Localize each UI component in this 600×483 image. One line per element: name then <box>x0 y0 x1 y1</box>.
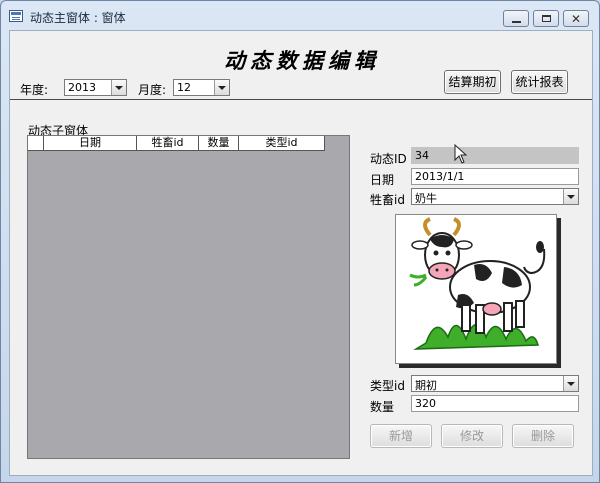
close-button[interactable]: ✕ <box>563 10 589 27</box>
minimize-button[interactable] <box>503 10 529 27</box>
type-id-label: 类型id <box>370 379 405 393</box>
close-icon: ✕ <box>570 11 582 26</box>
livestock-id-combo[interactable]: 奶牛 <box>411 188 579 205</box>
year-combo[interactable]: 2013 <box>64 79 127 96</box>
window-title: 动态主窗体 : 窗体 <box>30 11 126 25</box>
report-button[interactable]: 统计报表 <box>511 70 568 94</box>
livestock-photo <box>395 214 557 364</box>
column-header-livestock-id[interactable]: 牲畜id <box>137 136 199 150</box>
chevron-down-icon[interactable] <box>563 376 578 391</box>
edit-button[interactable]: 修改 <box>441 424 503 448</box>
quantity-label: 数量 <box>370 400 395 414</box>
column-header-quantity[interactable]: 数量 <box>199 136 239 150</box>
row-selector-header[interactable] <box>28 136 44 150</box>
type-id-combo[interactable]: 期初 <box>411 375 579 392</box>
date-label: 日期 <box>370 173 395 187</box>
type-id-value: 期初 <box>415 379 437 392</box>
grid-header: 日期 牲畜id 数量 类型id <box>28 136 325 151</box>
month-label: 月度: <box>138 83 167 97</box>
minimize-icon <box>511 20 521 23</box>
chevron-down-icon[interactable] <box>214 80 229 95</box>
column-header-type-id[interactable]: 类型id <box>239 136 325 150</box>
livestock-id-label: 牲畜id <box>370 193 405 207</box>
date-field[interactable]: 2013/1/1 <box>411 168 579 185</box>
form-body: 动态数据编辑 年度: 2013 月度: 12 结算期初 统计报表 动态子窗体 日… <box>9 30 593 476</box>
column-header-date[interactable]: 日期 <box>44 136 137 150</box>
delete-button[interactable]: 删除 <box>512 424 574 448</box>
year-value: 2013 <box>68 81 96 94</box>
subform-grid[interactable]: 日期 牲畜id 数量 类型id <box>27 135 350 459</box>
maximize-icon <box>541 15 551 22</box>
settle-opening-button[interactable]: 结算期初 <box>444 70 501 94</box>
livestock-id-value: 奶牛 <box>415 192 437 205</box>
new-button[interactable]: 新增 <box>370 424 432 448</box>
month-value: 12 <box>177 81 191 94</box>
form-icon <box>9 10 23 22</box>
dynamic-id-field: 34 <box>411 147 579 164</box>
quantity-field[interactable]: 320 <box>411 395 579 412</box>
form-window: 动态主窗体 : 窗体 ✕ 动态数据编辑 年度: 2013 月度: 12 结算期初… <box>0 0 600 483</box>
dynamic-id-label: 动态ID <box>370 152 407 166</box>
form-title: 动态数据编辑 <box>224 48 380 73</box>
year-label: 年度: <box>20 83 49 97</box>
dairy-cow-icon <box>409 217 546 350</box>
month-combo[interactable]: 12 <box>173 79 230 96</box>
chevron-down-icon[interactable] <box>563 189 578 204</box>
mouse-cursor-icon <box>454 144 468 164</box>
divider <box>10 99 592 100</box>
chevron-down-icon[interactable] <box>111 80 126 95</box>
title-bar[interactable]: 动态主窗体 : 窗体 ✕ <box>1 1 599 31</box>
maximize-button[interactable] <box>533 10 559 27</box>
